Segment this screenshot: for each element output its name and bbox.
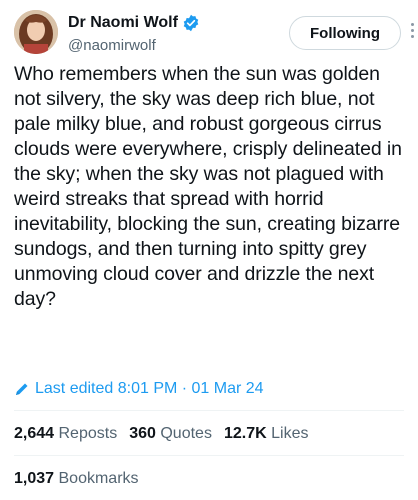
likes-label: Likes bbox=[271, 425, 309, 442]
quotes-stat[interactable]: 360 Quotes bbox=[129, 425, 212, 443]
tweet-header: Dr Naomi Wolf @naomirwolf Following bbox=[14, 10, 414, 62]
avatar[interactable] bbox=[14, 10, 58, 54]
tweet-card: Dr Naomi Wolf @naomirwolf Following Who … bbox=[0, 0, 418, 500]
likes-count: 12.7K bbox=[223, 425, 267, 442]
quotes-count: 360 bbox=[129, 425, 156, 442]
bookmarks-label: Bookmarks bbox=[58, 470, 139, 487]
engagement-stats: 2,644 Reposts 360 Quotes 12.7K Likes bbox=[14, 425, 320, 443]
edited-label: Last edited 8:01 PM · 01 Mar 24 bbox=[35, 380, 264, 397]
tweet-text: Who remembers when the sun was golden no… bbox=[14, 63, 402, 310]
pencil-icon bbox=[14, 381, 30, 397]
following-button[interactable]: Following bbox=[289, 16, 401, 50]
more-options-icon[interactable] bbox=[406, 20, 418, 46]
reposts-label: Reposts bbox=[58, 425, 118, 442]
display-name[interactable]: Dr Naomi Wolf bbox=[68, 14, 178, 32]
quotes-label: Quotes bbox=[160, 425, 212, 442]
bookmarks-count: 1,037 bbox=[14, 470, 55, 487]
reposts-stat[interactable]: 2,644 Reposts bbox=[14, 425, 117, 443]
bookmarks-stat[interactable]: 1,037 Bookmarks bbox=[14, 470, 139, 488]
verified-badge-icon bbox=[182, 14, 200, 32]
divider bbox=[14, 455, 404, 456]
handle[interactable]: @naomirwolf bbox=[68, 37, 156, 54]
edited-timestamp[interactable]: Last edited 8:01 PM · 01 Mar 24 bbox=[14, 380, 264, 398]
likes-stat[interactable]: 12.7K Likes bbox=[224, 425, 309, 443]
divider bbox=[14, 410, 404, 411]
name-row: Dr Naomi Wolf bbox=[68, 14, 200, 32]
reposts-count: 2,644 bbox=[14, 425, 55, 442]
